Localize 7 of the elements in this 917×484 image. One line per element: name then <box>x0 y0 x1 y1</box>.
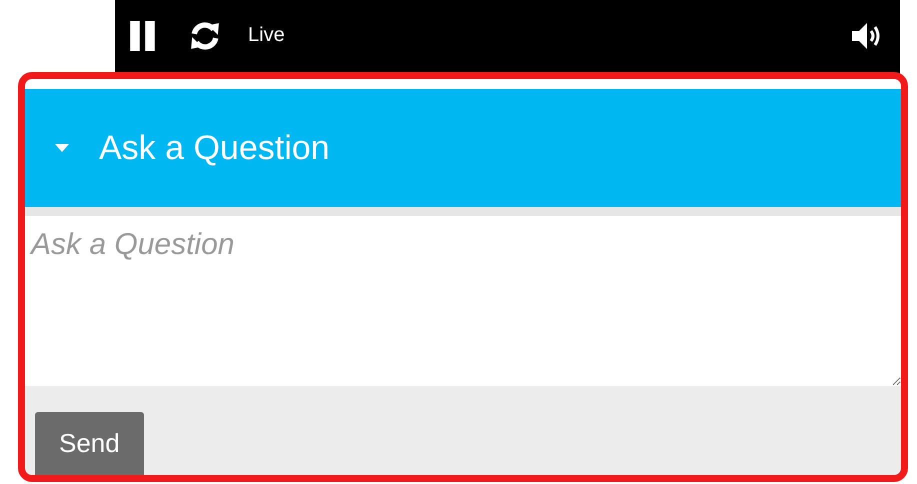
live-label: Live <box>248 24 285 46</box>
pause-icon[interactable] <box>128 21 158 51</box>
panel-title: Ask a Question <box>99 128 330 168</box>
question-field[interactable]: Ask a Question <box>25 207 901 386</box>
refresh-icon[interactable] <box>190 21 220 51</box>
speaker-icon[interactable] <box>852 21 882 51</box>
send-button[interactable]: Send <box>35 412 144 475</box>
